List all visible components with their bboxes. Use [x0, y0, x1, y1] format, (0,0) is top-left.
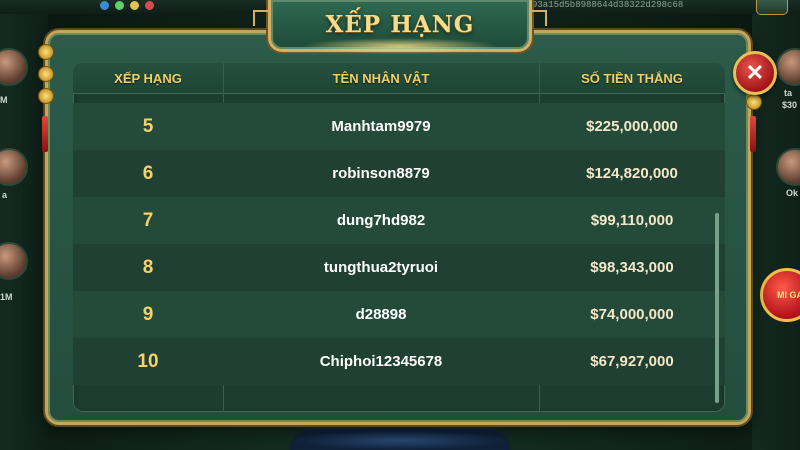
winnings-cell: $225,000,000: [586, 118, 678, 135]
table-body[interactable]: 5 Manhtam9979 $225,000,000 6 robinson887…: [73, 103, 725, 385]
rank-cell: 8: [142, 256, 154, 278]
close-button[interactable]: ✕: [733, 51, 777, 95]
table-row: 8 tungthua2tyruoi $98,343,000: [73, 244, 725, 291]
tassel-icon: [750, 116, 756, 152]
indicator-dot: [145, 1, 154, 10]
table-header: XẾP HẠNG TÊN NHÂN VẬT SỐ TIỀN THẮNG: [73, 63, 725, 94]
indicator-dot: [100, 1, 109, 10]
coin-icon: [746, 94, 762, 110]
player-label: 1M: [0, 292, 13, 302]
player-label: M: [0, 95, 8, 105]
page-title: XẾP HẠNG: [325, 11, 475, 38]
rank-cell: 9: [142, 303, 154, 325]
winnings-cell: $98,343,000: [590, 259, 674, 276]
coin-icon: [38, 66, 54, 82]
table-row: 10 Chiphoi12345678 $67,927,000: [73, 338, 725, 385]
tassel-icon: [42, 116, 48, 152]
title-glow: [300, 38, 500, 54]
player-name-cell: d28898: [355, 306, 407, 323]
column-header-winnings: SỐ TIỀN THẮNG: [581, 70, 683, 86]
coin-icon: [38, 88, 54, 104]
top-menu-button[interactable]: [756, 0, 788, 15]
rank-cell: 10: [137, 350, 159, 372]
player-name-cell: Chiphoi12345678: [319, 353, 443, 370]
right-coin-ornament: [746, 94, 762, 110]
player-label: ta: [784, 88, 793, 98]
player-name-cell: robinson8879: [332, 165, 430, 182]
rank-cell: 5: [142, 115, 154, 137]
player-label: a: [2, 190, 8, 200]
player-name-cell: Manhtam9979: [331, 118, 431, 135]
column-header-name: TÊN NHÂN VẬT: [332, 70, 430, 86]
table-row: 5 Manhtam9979 $225,000,000: [73, 103, 725, 150]
rank-cell: 6: [142, 162, 154, 184]
indicator-dot: [130, 1, 139, 10]
indicator-dot: [115, 1, 124, 10]
table-row: 6 robinson8879 $124,820,000: [73, 150, 725, 197]
player-label: $30: [782, 100, 798, 110]
top-indicator-dots: [100, 0, 154, 10]
table-row: 9 d28898 $74,000,000: [73, 291, 725, 338]
table-scrollbar[interactable]: [715, 213, 719, 403]
player-name-cell: tungthua2tyruoi: [323, 259, 439, 276]
player-name-cell: dung7hd982: [336, 212, 426, 229]
winnings-cell: $67,927,000: [590, 353, 674, 370]
winnings-cell: $74,000,000: [590, 306, 674, 323]
coin-icon: [38, 44, 54, 60]
rank-cell: 7: [142, 209, 154, 231]
left-coin-ornament: [38, 44, 54, 104]
player-label: Ok: [786, 188, 799, 198]
session-hash: 93a15d5b8988644d38322d298c68: [532, 0, 684, 10]
leaderboard-table: XẾP HẠNG TÊN NHÂN VẬT SỐ TIỀN THẮNG 5 Ma…: [73, 63, 725, 412]
table-row: 7 dung7hd982 $99,110,000: [73, 197, 725, 244]
winnings-cell: $99,110,000: [590, 212, 674, 229]
column-header-rank: XẾP HẠNG: [114, 70, 182, 86]
leaderboard-panel: XẾP HẠNG TÊN NHÂN VẬT SỐ TIỀN THẮNG 5 Ma…: [45, 30, 751, 425]
winnings-cell: $124,820,000: [586, 165, 678, 182]
bottom-chip-tray: [290, 430, 510, 450]
